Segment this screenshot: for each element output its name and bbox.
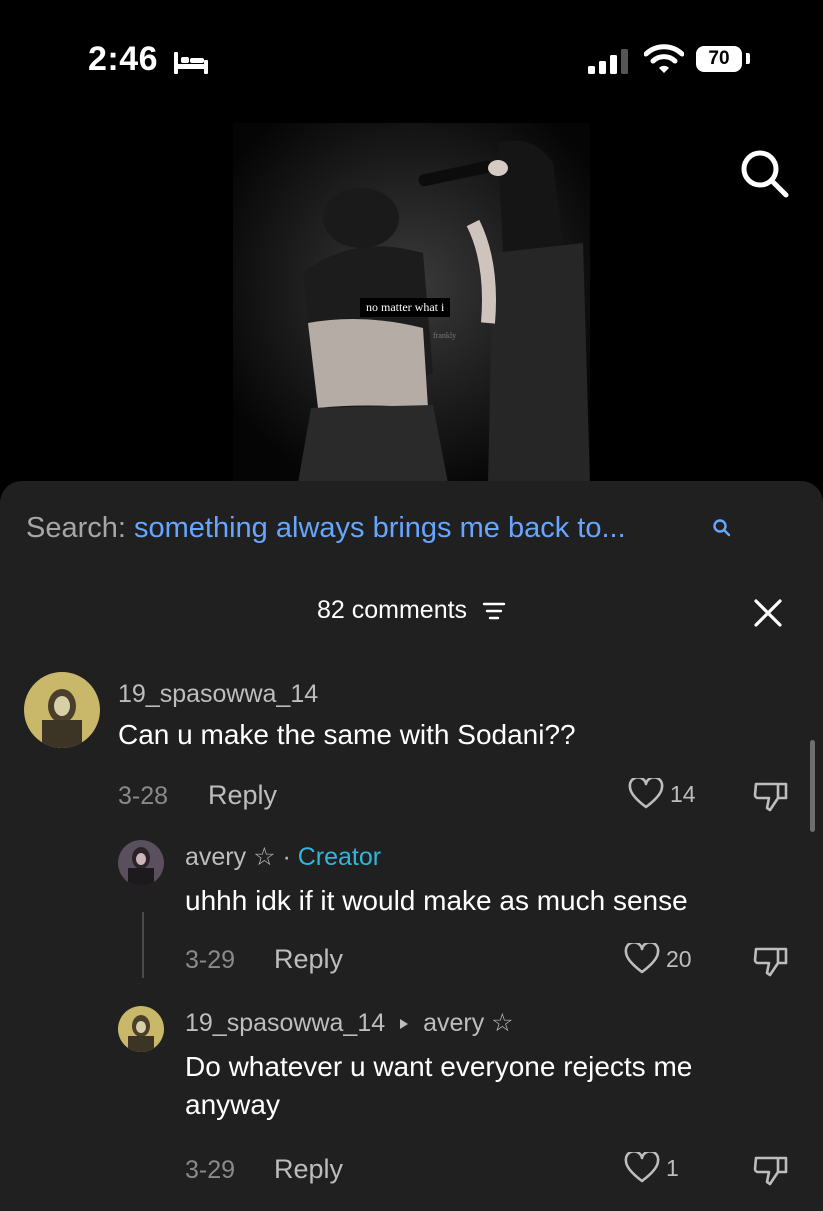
avatar-image: [118, 1006, 164, 1052]
separator: ·: [282, 843, 291, 871]
dislike-icon[interactable]: [752, 1152, 790, 1188]
battery-level: 70: [696, 46, 742, 72]
status-time: 2:46: [88, 40, 159, 78]
comment-date: 3-29: [185, 946, 236, 974]
creator-badge: Creator: [297, 843, 382, 871]
comment-text: Do whatever u want everyone rejects me a…: [185, 1051, 693, 1120]
comment-username[interactable]: 19_spasowwa_14 avery ☆: [185, 1008, 514, 1038]
avatar-image: [24, 672, 100, 748]
like-count: 1: [666, 1154, 679, 1181]
like-count: 20: [666, 945, 692, 972]
video-player[interactable]: no matter what i frankly: [233, 123, 590, 483]
video-caption: no matter what i: [360, 298, 451, 317]
comments-count: 82 comments: [316, 596, 468, 624]
comment-username[interactable]: avery ☆ · Creator: [185, 842, 381, 872]
like-count: 14: [670, 780, 696, 807]
comments-header[interactable]: 82 comments: [0, 596, 823, 625]
related-search[interactable]: Search: something always brings me back …: [26, 512, 626, 545]
battery-cap: [746, 53, 750, 64]
avatar[interactable]: [118, 1006, 164, 1052]
avatar[interactable]: [24, 672, 100, 748]
like-button[interactable]: 20: [624, 943, 692, 975]
username-text[interactable]: 19_spasowwa_14: [185, 1009, 385, 1037]
heart-icon: [628, 778, 664, 809]
thread-line: [142, 912, 144, 978]
reply-button[interactable]: Reply: [208, 780, 277, 811]
heart-icon: [624, 943, 660, 974]
close-icon[interactable]: [753, 598, 783, 628]
dislike-icon[interactable]: [752, 778, 790, 814]
comment-text: uhhh idk if it would make as much sense: [185, 885, 688, 916]
sleep-focus-icon: [174, 52, 208, 74]
comment-text: Can u make the same with Sodani??: [118, 719, 576, 750]
sort-filter-icon[interactable]: [482, 601, 506, 621]
search-icon[interactable]: [738, 147, 790, 199]
status-bar: 2:46 70: [0, 0, 823, 110]
search-suggestion-icon[interactable]: [712, 518, 732, 538]
cellular-signal-icon: [588, 49, 628, 74]
like-button[interactable]: 14: [628, 778, 696, 810]
heart-icon: [624, 1152, 660, 1183]
reply-button[interactable]: Reply: [274, 1154, 343, 1185]
avatar[interactable]: [118, 840, 164, 886]
scrollbar[interactable]: [810, 740, 815, 832]
comment-date: 3-29: [185, 1156, 236, 1184]
username-text[interactable]: avery ☆: [185, 843, 276, 871]
like-button[interactable]: 1: [624, 1152, 679, 1184]
wifi-icon: [644, 44, 684, 73]
comment-username[interactable]: 19_spasowwa_14: [118, 680, 318, 709]
reply-button[interactable]: Reply: [274, 944, 343, 975]
dislike-icon[interactable]: [752, 943, 790, 979]
comment-date: 3-28: [118, 782, 169, 810]
search-prefix: Search:: [26, 512, 126, 544]
search-query-link[interactable]: something always brings me back to...: [134, 512, 626, 544]
video-watermark: frankly: [433, 331, 457, 340]
reply-arrow-icon: [400, 1019, 409, 1030]
reply-to-username[interactable]: avery ☆: [423, 1009, 514, 1037]
avatar-image: [118, 840, 164, 886]
